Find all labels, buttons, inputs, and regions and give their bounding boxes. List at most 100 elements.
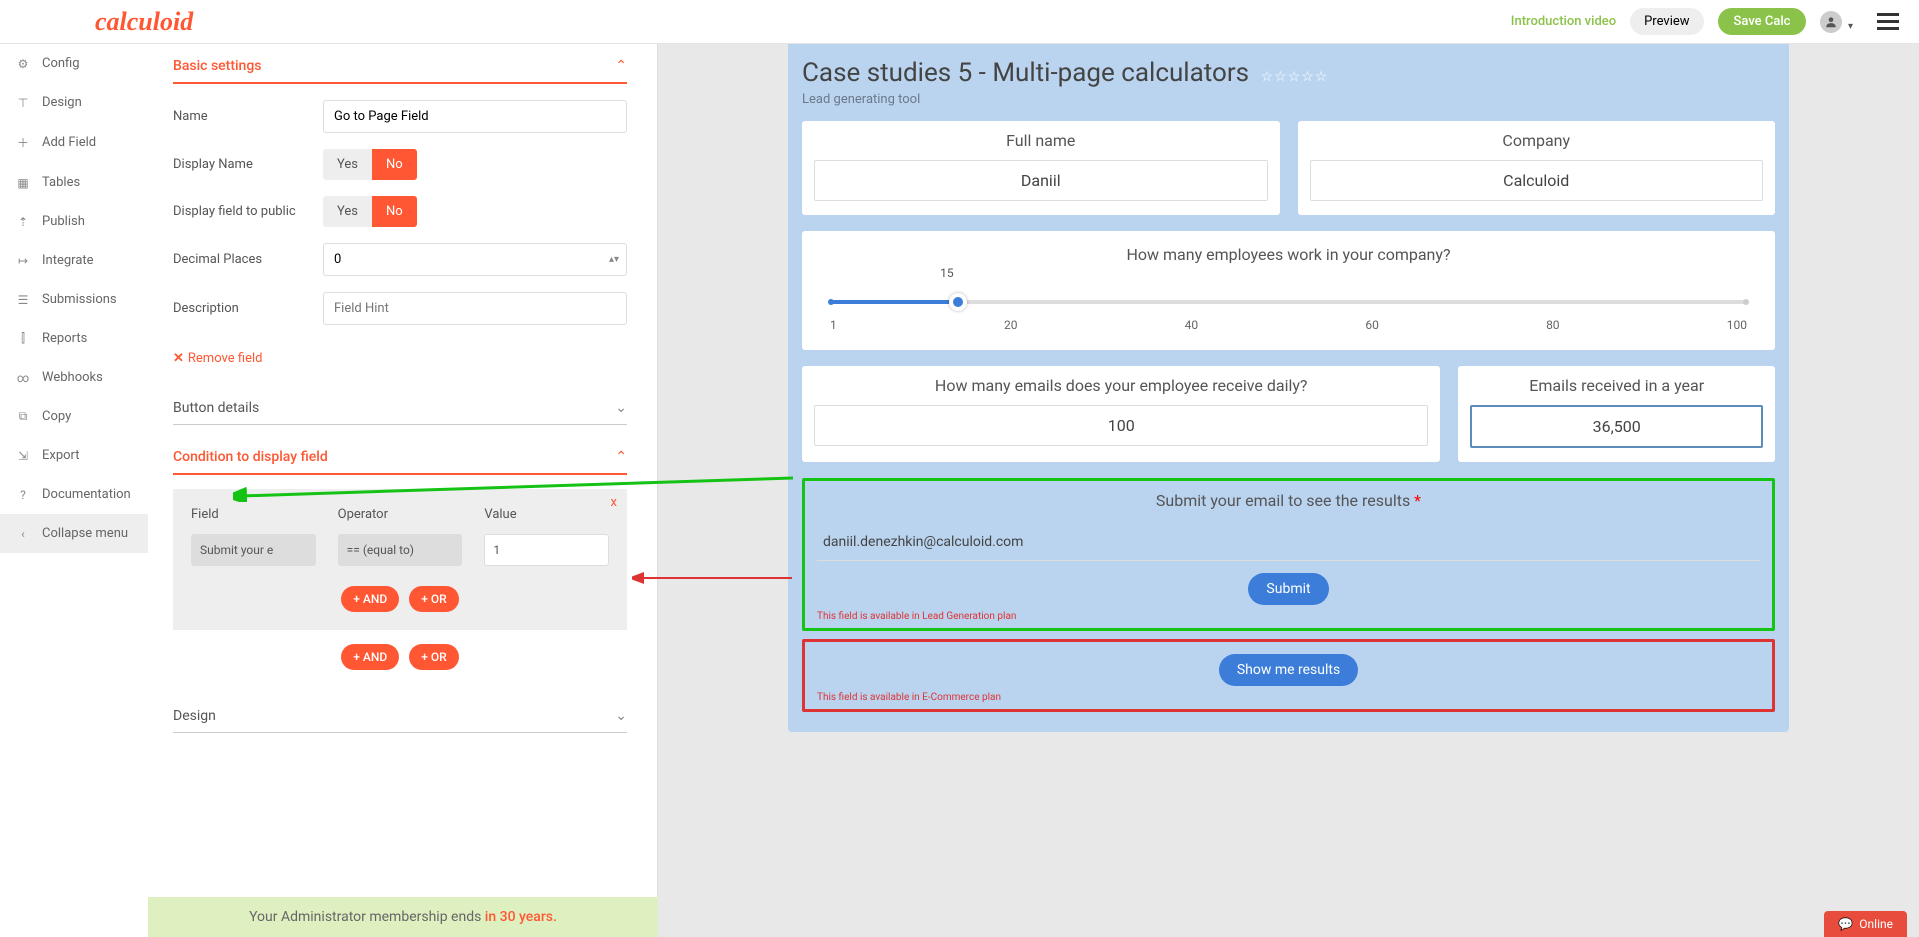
slider-question: How many employees work in your company? [814,245,1763,264]
submit-title: Submit your email to see the results * [817,491,1760,510]
display-name-no[interactable]: No [372,149,417,180]
sidebar-item-documentation[interactable]: ? Documentation [0,475,148,514]
publish-icon: ⇡ [16,215,30,229]
section-title: Basic settings [173,58,261,74]
sidebar-item-copy[interactable]: ⧉Copy [0,397,148,436]
slider-ticks: 1 20 40 60 80 100 [830,318,1747,332]
design-header[interactable]: Design ⌄ [173,694,627,733]
display-public-yes[interactable]: Yes [323,196,372,227]
calculator-canvas: Case studies 5 - Multi-page calculators … [788,44,1789,732]
slider[interactable]: 15 1 20 40 60 80 [814,282,1763,332]
sidebar-item-label: Publish [42,214,85,229]
chevron-up-icon: ⌃ [615,58,627,74]
sidebar-item-label: Integrate [42,253,94,268]
introduction-video-link[interactable]: Introduction video [1511,14,1616,29]
fullname-card: Full name [802,121,1280,215]
condition-or-button[interactable]: + OR [409,586,458,612]
description-label: Description [173,301,323,316]
list-icon: ☰ [16,293,30,307]
sidebar-item-design[interactable]: ⊤Design [0,83,148,122]
display-name-yes[interactable]: Yes [323,149,372,180]
fullname-input[interactable] [814,160,1268,201]
spinner-icon[interactable]: ▴▾ [609,254,619,265]
name-input[interactable] [323,100,627,133]
caret-down-icon: ▾ [1848,21,1853,32]
condition-operator-select[interactable] [338,534,463,566]
company-input[interactable] [1310,160,1764,201]
chevron-down-icon: ⌄ [615,708,627,724]
outer-or-button[interactable]: + OR [409,644,458,670]
section-title: Condition to display field [173,449,328,465]
sidebar-item-export[interactable]: ⇲ Export [0,436,148,475]
sidebar-item-label: Submissions [42,292,117,307]
calculator-subtitle: Lead generating tool [802,92,1775,107]
sidebar-item-collapse[interactable]: ‹ Collapse menu [0,514,148,553]
condition-value-input[interactable] [484,534,609,566]
integrate-icon: ↦ [16,254,30,268]
button-details-header[interactable]: Button details ⌄ [173,386,627,425]
plan-note-lead: This field is available in Lead Generati… [817,611,1760,622]
slider-dot-right [1743,299,1749,305]
condition-operator-label: Operator [338,507,463,522]
chart-icon: ⫿ [16,331,30,346]
sidebar-item-reports[interactable]: ⫿ Reports [0,319,148,358]
slider-thumb[interactable] [949,293,967,311]
name-label: Name [173,109,323,124]
display-name-toggle: Yes No [323,149,417,180]
save-calc-button[interactable]: Save Calc [1718,8,1807,35]
chevron-up-icon: ⌃ [615,449,627,465]
sidebar-item-label: Documentation [42,487,131,502]
emails-daily-input[interactable] [814,405,1428,446]
preview-button[interactable]: Preview [1630,8,1703,35]
sidebar-item-label: Export [42,448,80,463]
table-icon: ▦ [16,176,30,190]
submit-email-box: Submit your email to see the results * S… [802,478,1775,631]
condition-and-button[interactable]: + AND [341,586,399,612]
sidebar-item-config[interactable]: ⚙Config [0,44,148,83]
emails-year-label: Emails received in a year [1470,376,1763,395]
online-chat-badge[interactable]: 💬 Online [1824,911,1907,937]
sidebar-item-integrate[interactable]: ↦ Integrate [0,241,148,280]
calculator-title: Case studies 5 - Multi-page calculators [802,58,1249,88]
sidebar-item-tables[interactable]: ▦ Tables [0,163,148,202]
submit-button[interactable]: Submit [1248,573,1328,605]
condition-box: x Field Operator Value [173,489,627,630]
condition-header[interactable]: Condition to display field ⌃ [173,435,627,475]
editor-panel: Basic settings ⌃ Name Display Name Yes N… [148,44,658,937]
display-public-no[interactable]: No [372,196,417,227]
basic-settings-header[interactable]: Basic settings ⌃ [173,44,627,84]
sidebar-item-label: Reports [42,331,87,346]
gear-icon: ⚙ [16,57,30,71]
email-input[interactable] [817,524,1760,561]
show-results-button[interactable]: Show me results [1219,654,1358,686]
sidebar-item-label: Tables [42,175,80,190]
condition-value-label: Value [484,507,609,522]
export-icon: ⇲ [16,449,30,463]
sidebar-item-submissions[interactable]: ☰ Submissions [0,280,148,319]
hamburger-menu[interactable] [1877,13,1899,30]
display-name-label: Display Name [173,157,323,172]
decimal-input[interactable] [323,243,627,276]
chevron-left-icon: ‹ [16,527,30,541]
chat-icon: 💬 [1838,917,1853,931]
user-menu[interactable]: ▾ [1820,11,1853,33]
remove-field-link[interactable]: ✕Remove field [173,351,262,366]
webhook-icon: ∞ [16,371,30,385]
condition-close[interactable]: x [611,495,617,510]
outer-and-button[interactable]: + AND [341,644,399,670]
sidebar-item-label: Collapse menu [42,526,128,541]
condition-field-label: Field [191,507,316,522]
membership-footer: Your Administrator membership ends in 30… [148,897,658,937]
sidebar: ⚙Config ⊤Design ＋Add Field ▦ Tables ⇡ Publ… [0,44,148,937]
description-input[interactable] [323,292,627,325]
display-public-toggle: Yes No [323,196,417,227]
slider-value: 15 [940,266,954,280]
logo: calculoid [95,7,193,37]
help-icon: ? [16,488,30,502]
sidebar-item-publish[interactable]: ⇡ Publish [0,202,148,241]
rating-stars[interactable]: ☆☆☆☆☆ [1261,69,1329,85]
sidebar-item-add-field[interactable]: ＋Add Field [0,122,148,163]
sidebar-item-webhooks[interactable]: ∞Webhooks [0,358,148,397]
emails-daily-card: How many emails does your employee recei… [802,366,1440,462]
condition-field-select[interactable] [191,534,316,566]
